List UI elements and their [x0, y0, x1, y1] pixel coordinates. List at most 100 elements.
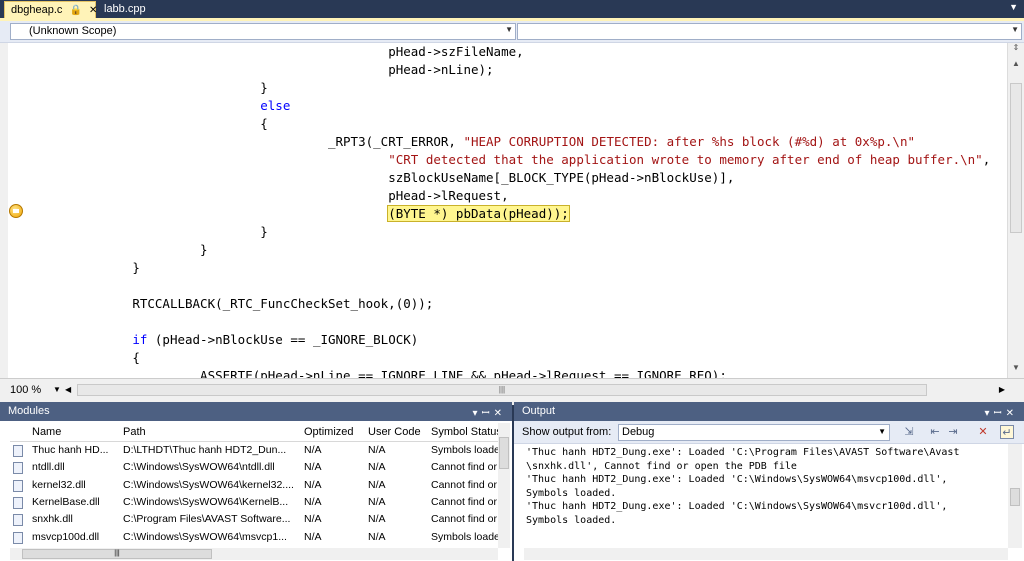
- modules-window: Modules ▾ꟷ✕ Name Path Optimized User Cod…: [0, 402, 512, 561]
- close-icon[interactable]: ✕: [89, 5, 97, 16]
- scroll-thumb[interactable]: |||: [77, 384, 927, 396]
- code-line[interactable]: pHead->lRequest,: [42, 187, 1002, 205]
- module-user-code: N/A: [368, 478, 386, 491]
- word-wrap-icon[interactable]: ↵: [1000, 425, 1014, 439]
- tab-dbgheap[interactable]: dbgheap.c 🔒 ✕: [4, 1, 97, 18]
- code-line[interactable]: _RPT3(_CRT_ERROR, "HEAP CORRUPTION DETEC…: [42, 133, 1002, 151]
- code-line[interactable]: ASSERTE(pHead->nLine == IGNORE_LINE && p…: [42, 367, 1002, 378]
- column-header-name[interactable]: Name: [32, 426, 112, 438]
- scroll-thumb[interactable]: [1010, 83, 1022, 233]
- module-name: ntdll.dll: [32, 461, 65, 474]
- member-combo[interactable]: ▼: [517, 23, 1022, 40]
- code-line[interactable]: RTCCALLBACK(_RTC_FuncCheckSet_hook,(0));: [42, 295, 1002, 313]
- zoom-level[interactable]: 100 %: [10, 384, 41, 396]
- table-row[interactable]: KernelBase.dll C:\Windows\SysWOW64\Kernel…: [10, 495, 498, 512]
- vertical-scrollbar[interactable]: [1008, 444, 1022, 548]
- module-path: C:\Windows\SysWOW64\msvcp1...: [123, 530, 287, 543]
- code-token: ASSERTE(pHead->nLine == IGNORE_LINE && p…: [200, 368, 727, 378]
- scope-combo[interactable]: (Unknown Scope) ▼: [10, 23, 516, 40]
- close-icon[interactable]: ✕: [1006, 408, 1018, 419]
- module-optimized: N/A: [304, 495, 322, 508]
- code-line[interactable]: [42, 313, 1002, 331]
- module-file-icon: [13, 496, 23, 509]
- scroll-left-icon[interactable]: ◀: [65, 385, 71, 394]
- code-line[interactable]: {: [42, 115, 1002, 133]
- code-line[interactable]: [42, 277, 1002, 295]
- column-header-path[interactable]: Path: [123, 426, 293, 438]
- code-keyword: else: [260, 98, 291, 113]
- table-row[interactable]: Thuc hanh HD... D:\LTHDT\Thuc hanh HDT2_D…: [10, 443, 498, 460]
- module-optimized: N/A: [304, 478, 322, 491]
- code-line[interactable]: pHead->nLine);: [42, 61, 1002, 79]
- module-user-code: N/A: [368, 444, 386, 456]
- scroll-right-icon[interactable]: ▶: [999, 385, 1005, 394]
- vertical-scrollbar[interactable]: ⇕ ▲ ▼: [1007, 43, 1024, 378]
- output-title-bar: Output ▾ꟷ✕: [514, 402, 1024, 421]
- code-line[interactable]: {: [42, 349, 1002, 367]
- output-text[interactable]: 'Thuc hanh HDT2_Dung.exe': Loaded 'C:\Pr…: [526, 446, 1006, 546]
- code-token: }: [200, 242, 208, 257]
- close-icon[interactable]: ✕: [494, 408, 506, 419]
- code-line[interactable]: if (pHead->nBlockUse == _IGNORE_BLOCK): [42, 331, 1002, 349]
- tab-label: labb.cpp: [104, 3, 146, 15]
- pin-icon[interactable]: 🔒: [69, 5, 81, 16]
- tab-labb[interactable]: labb.cpp: [98, 1, 158, 18]
- vertical-scrollbar[interactable]: [498, 423, 510, 548]
- code-token: }: [260, 224, 268, 239]
- horizontal-scrollbar[interactable]: ◀ ||| ▶: [65, 382, 1005, 398]
- module-file-icon: [13, 531, 23, 544]
- code-token: }: [132, 260, 140, 275]
- column-header-optimized[interactable]: Optimized: [304, 426, 360, 438]
- table-row[interactable]: kernel32.dll C:\Windows\SysWOW64\kernel32…: [10, 478, 498, 495]
- code-line[interactable]: pHead->szFileName,: [42, 43, 1002, 61]
- next-message-icon[interactable]: ⇥: [946, 425, 960, 439]
- pin-icon[interactable]: ꟷ: [993, 408, 1005, 419]
- code-keyword: if: [132, 332, 148, 347]
- scroll-down-icon[interactable]: ▼: [1009, 363, 1023, 377]
- module-file-icon: [13, 514, 23, 527]
- table-row[interactable]: snxhk.dll C:\Program Files\AVAST Software…: [10, 512, 498, 529]
- module-name: snxhk.dll: [32, 513, 73, 526]
- go-to-source-icon[interactable]: ⇲: [902, 425, 916, 439]
- horizontal-scrollbar[interactable]: [524, 548, 1008, 560]
- scroll-thumb[interactable]: [1010, 488, 1020, 506]
- output-line: 'Thuc hanh HDT2_Dung.exe': Loaded 'C:\Wi…: [526, 474, 948, 485]
- code-line[interactable]: }: [42, 259, 1002, 277]
- module-name: Thuc hanh HD...: [32, 444, 109, 456]
- table-row[interactable]: msvcp100d.dll C:\Windows\SysWOW64\msvcp1.…: [10, 530, 498, 547]
- current-statement-line[interactable]: (BYTE *) pbData(pHead));: [42, 205, 1002, 223]
- code-token: pHead->lRequest,: [388, 188, 509, 203]
- module-file-icon: [13, 479, 23, 492]
- code-token: {: [260, 116, 268, 131]
- clear-all-icon[interactable]: ✕: [976, 425, 990, 439]
- horizontal-scrollbar[interactable]: |||: [10, 548, 498, 560]
- chevron-down-icon[interactable]: ▼: [1009, 2, 1018, 12]
- module-file-icon: [13, 462, 23, 475]
- code-token: szBlockUseName[_BLOCK_TYPE(pHead->nBlock…: [388, 170, 735, 185]
- column-header-symbol-status[interactable]: Symbol Status: [431, 426, 498, 438]
- chevron-down-icon[interactable]: ▼: [53, 385, 61, 394]
- code-line[interactable]: }: [42, 79, 1002, 97]
- split-icon[interactable]: ⇕: [1009, 43, 1023, 57]
- pin-icon[interactable]: ꟷ: [481, 408, 493, 419]
- code-line[interactable]: }: [42, 241, 1002, 259]
- module-name: kernel32.dll: [32, 478, 86, 491]
- code-line[interactable]: szBlockUseName[_BLOCK_TYPE(pHead->nBlock…: [42, 169, 1002, 187]
- scroll-up-icon[interactable]: ▲: [1009, 59, 1023, 73]
- scroll-thumb[interactable]: |||: [22, 549, 212, 559]
- show-output-from-label: Show output from:: [522, 426, 612, 438]
- scope-combo-value: (Unknown Scope): [29, 25, 117, 37]
- code-line[interactable]: }: [42, 223, 1002, 241]
- code-line[interactable]: else: [42, 97, 1002, 115]
- column-header-user-code[interactable]: User Code: [368, 426, 424, 438]
- scroll-thumb[interactable]: [499, 437, 509, 469]
- previous-message-icon[interactable]: ⇤: [928, 425, 942, 439]
- table-row[interactable]: ntdll.dll C:\Windows\SysWOW64\ntdll.dll N/…: [10, 460, 498, 477]
- indicator-margin[interactable]: [0, 43, 8, 378]
- code-string: "HEAP CORRUPTION DETECTED: after %hs blo…: [463, 134, 915, 149]
- module-symbol-status: Cannot find or open: [431, 513, 498, 526]
- code-line[interactable]: "CRT detected that the application wrote…: [42, 151, 1002, 169]
- code-area[interactable]: pHead->szFileName, pHead->nLine); } else…: [42, 43, 1002, 378]
- module-user-code: N/A: [368, 461, 386, 474]
- output-source-select[interactable]: Debug ▼: [618, 424, 890, 441]
